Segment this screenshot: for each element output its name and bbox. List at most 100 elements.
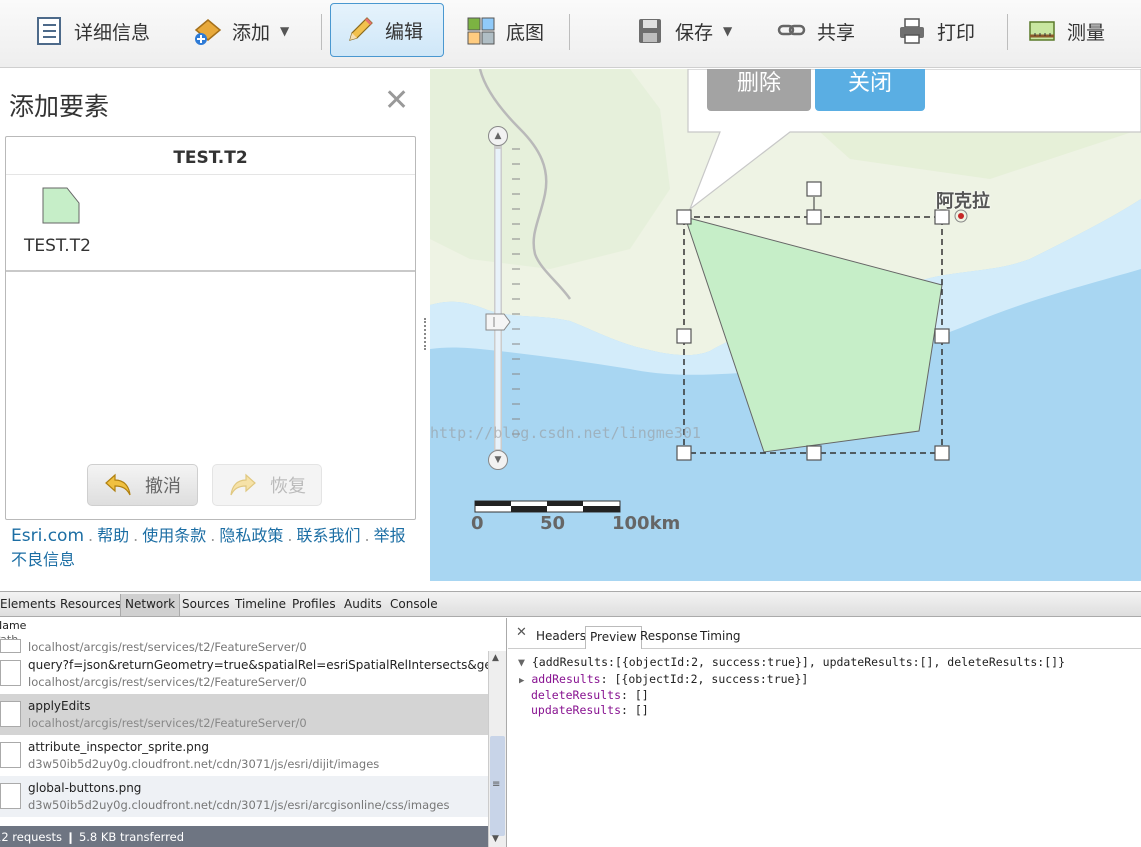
popup-delete-button[interactable]: 删除 [707, 69, 811, 111]
zoom-out-button[interactable]: ▼ [488, 450, 508, 470]
edit-label: 编辑 [385, 20, 424, 43]
json-val-addresults: [{objectId:2, success:true}] [614, 671, 809, 686]
column-name-header[interactable]: Name [0, 619, 488, 633]
close-icon[interactable]: ✕ [516, 625, 527, 640]
panel-splitter-handle[interactable] [424, 318, 428, 350]
zoom-in-button[interactable]: ▲ [488, 126, 508, 146]
json-add-line[interactable]: ▶ addResults: [{objectId:2, success:true… [518, 672, 1065, 689]
template-layer-header: TEST.T2 [6, 137, 415, 175]
request-name: global-buttons.png [28, 781, 142, 795]
request-row[interactable]: global-buttons.png d3w50ib5d2uy0g.cloudf… [0, 776, 488, 817]
chevron-down-icon: ▼ [723, 24, 733, 38]
tab-resources[interactable]: Resources [60, 597, 121, 611]
tab-headers[interactable]: Headers [536, 629, 586, 643]
network-request-list: Name Path localhost/arcgis/rest/services… [0, 618, 507, 847]
city-label: 阿克拉 [936, 191, 990, 212]
main-toolbar: 详细信息 添加 ▼ 编辑 底图 保存 ▼ 共享 打印 测量 [0, 0, 1141, 68]
panel-title: 添加要素 [9, 92, 110, 121]
json-root-line[interactable]: ▼ {addResults:[{objectId:2, success:true… [518, 655, 1065, 670]
zoom-slider-handle[interactable] [484, 313, 512, 333]
request-list-scrollbar[interactable]: ▲ ≡ ▼ [488, 651, 506, 847]
template-picker: TEST.T2 TEST.T2 [5, 136, 416, 520]
link-esri[interactable]: Esri.com [11, 526, 84, 546]
json-delete-line: deleteResults: [] [531, 688, 649, 702]
measure-label: 测量 [1067, 21, 1106, 44]
close-icon[interactable]: ✕ [384, 83, 409, 118]
undo-button[interactable]: 撤消 [87, 464, 198, 506]
tab-elements[interactable]: Elements [0, 597, 56, 611]
details-icon [34, 16, 64, 46]
redo-button: 恢复 [212, 464, 322, 506]
request-name: query?f=json&returnGeometry=true&spatial… [28, 658, 507, 672]
undo-arrow-icon [105, 473, 131, 496]
tab-console[interactable]: Console [390, 597, 438, 611]
add-feature-panel: 添加要素 ✕ TEST.T2 TEST.T2 撤消 恢复 Esri.com. 帮助… [0, 69, 425, 581]
scroll-grip-icon: ≡ [492, 779, 501, 790]
link-privacy[interactable]: 隐私政策 [219, 526, 283, 545]
tab-preview[interactable]: Preview [585, 626, 642, 649]
tab-audits[interactable]: Audits [344, 597, 382, 611]
basemap-button[interactable]: 底图 [466, 6, 544, 56]
tab-network[interactable]: Network [120, 594, 181, 616]
save-disk-icon [635, 16, 665, 46]
json-root: {addResults:[{objectId:2, success:true}]… [531, 655, 1065, 669]
json-key-deleteresults: deleteResults [531, 688, 622, 702]
request-path: d3w50ib5d2uy0g.cloudfront.net/cdn/3071/j… [28, 798, 450, 812]
scroll-down-icon[interactable]: ▼ [492, 834, 499, 844]
request-path: localhost/arcgis/rest/services/t2/Featur… [28, 716, 307, 730]
request-path: d3w50ib5d2uy0g.cloudfront.net/cdn/3071/j… [28, 757, 380, 771]
link-terms[interactable]: 使用条款 [142, 526, 206, 545]
link-help[interactable]: 帮助 [97, 526, 129, 545]
network-status-bar: 12 requests ❙ 5.8 KB transferred [0, 826, 488, 847]
printer-icon [897, 16, 927, 46]
link-contact[interactable]: 联系我们 [296, 526, 360, 545]
edit-button[interactable]: 编辑 [330, 3, 444, 57]
link-chain-icon [777, 16, 807, 46]
save-button[interactable]: 保存 ▼ [635, 6, 732, 56]
template-item[interactable]: TEST.T2 [24, 187, 114, 259]
detail-tabbar: ✕ Headers Preview Response Timing [508, 618, 1141, 649]
json-preview: ▼ {addResults:[{objectId:2, success:true… [518, 655, 1065, 717]
request-row-selected[interactable]: applyEdits localhost/arcgis/rest/service… [0, 694, 488, 735]
scale-label-100km: 100km [612, 513, 681, 534]
file-icon [0, 701, 21, 727]
request-row[interactable]: attribute_inspector_sprite.png d3w50ib5d… [0, 735, 488, 776]
request-name: applyEdits [28, 699, 91, 713]
image-thumbnail-icon [0, 783, 21, 809]
scale-label-0: 0 [471, 513, 484, 534]
measure-button[interactable]: 测量 [1027, 6, 1105, 56]
details-button[interactable]: 详细信息 [34, 6, 150, 56]
share-label: 共享 [817, 21, 856, 44]
print-button[interactable]: 打印 [897, 6, 975, 56]
devtools-panel: Elements Resources Network Sources Timel… [0, 591, 1141, 847]
details-label: 详细信息 [74, 21, 151, 44]
request-row[interactable]: query?f=json&returnGeometry=true&spatial… [0, 653, 506, 694]
watermark-text: http://blog.csdn.net/lingme301 [430, 424, 701, 442]
polygon-symbol-icon [42, 187, 80, 224]
tab-sources[interactable]: Sources [182, 597, 229, 611]
basemap-label: 底图 [506, 21, 545, 44]
template-divider [6, 270, 415, 272]
add-label: 添加 [232, 21, 271, 44]
file-icon [0, 660, 21, 686]
toolbar-divider [321, 14, 322, 50]
scroll-up-icon[interactable]: ▲ [492, 653, 499, 663]
share-button[interactable]: 共享 [777, 6, 855, 56]
measure-ruler-icon [1027, 16, 1057, 46]
json-key-addresults: addResults [531, 671, 601, 686]
add-button[interactable]: 添加 ▼ [192, 6, 289, 56]
add-icon [192, 16, 222, 46]
pencil-icon [345, 15, 375, 45]
tab-response[interactable]: Response [640, 629, 698, 643]
request-path: localhost/arcgis/rest/services/t2/Featur… [28, 675, 307, 689]
request-detail-pane: ✕ Headers Preview Response Timing ▼ {add… [508, 618, 1141, 847]
json-val-updateresults: [] [634, 702, 649, 717]
popup-close-button[interactable]: 关闭 [815, 69, 925, 111]
map-view[interactable]: ▲ ▼ 删除 关闭 阿克拉 http://blog.csdn.net/lingm… [430, 69, 1141, 581]
tab-timing[interactable]: Timing [700, 629, 741, 643]
print-label: 打印 [937, 21, 976, 44]
tab-profiles[interactable]: Profiles [292, 597, 336, 611]
tab-timeline[interactable]: Timeline [235, 597, 286, 611]
redo-arrow-icon [230, 473, 256, 496]
chevron-down-icon: ▼ [280, 24, 290, 38]
